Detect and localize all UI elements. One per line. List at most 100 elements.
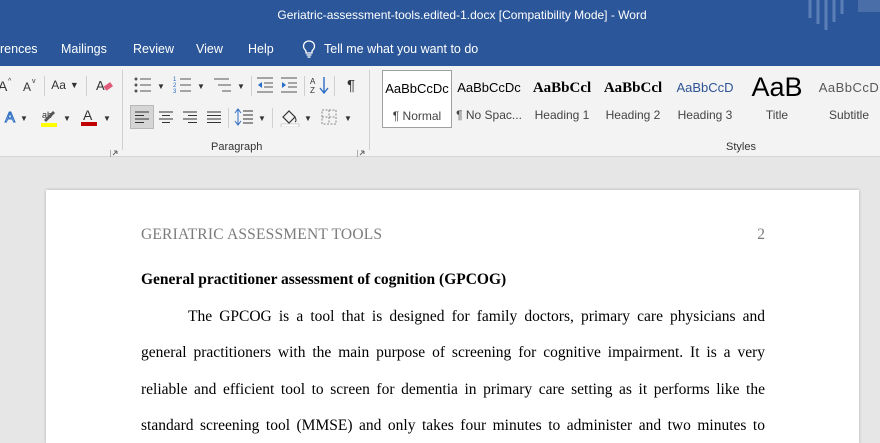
chevron-down-icon: ▼ (69, 80, 79, 90)
font-color-button[interactable]: A ▼ (78, 106, 114, 128)
style-subtitle[interactable]: AaBbCcD Subtitle (814, 70, 880, 128)
section-heading: General practitioner assessment of cogni… (141, 271, 507, 288)
pilcrow-icon: ¶ (346, 76, 356, 94)
numbering-icon: 123 ▼ (173, 77, 205, 95)
ribbon-tabs: rences Mailings Review View Help Tell me… (0, 32, 880, 66)
svg-text:A: A (83, 107, 93, 123)
borders-icon: ▼ (321, 109, 352, 125)
borders-button[interactable]: ▼ (318, 106, 354, 128)
document-page[interactable]: GERIATRIC ASSESSMENT TOOLS 2 General pra… (46, 190, 859, 443)
clear-formatting-button[interactable]: A (92, 74, 116, 96)
svg-text:▼: ▼ (197, 82, 205, 91)
style-label: ¶ No Spac... (456, 108, 522, 122)
paragraph-dialog-launcher-icon[interactable] (356, 143, 365, 159)
svg-text:A: A (96, 78, 105, 93)
tab-view[interactable]: View (196, 42, 223, 56)
grow-font-button[interactable]: A ^ (0, 74, 14, 96)
justify-icon (207, 111, 221, 123)
decrease-indent-icon (257, 77, 273, 93)
highlight-color-button[interactable]: ab ▼ (38, 106, 74, 128)
multilevel-list-button[interactable]: ▼ (210, 74, 250, 96)
font-color-icon: A ▼ (81, 107, 111, 126)
tab-mailings[interactable]: Mailings (61, 42, 107, 56)
title-bar-decoration (808, 0, 880, 30)
group-separator (369, 70, 370, 150)
style-heading-1[interactable]: AaBbCcl Heading 1 (527, 70, 597, 128)
bullets-icon: ▼ (134, 77, 165, 93)
bullets-button[interactable]: ▼ (130, 74, 170, 96)
svg-text:Z: Z (310, 86, 315, 95)
svg-text:▼: ▼ (157, 82, 165, 91)
show-hide-marks-button[interactable]: ¶ (340, 74, 362, 96)
style-sample: AaBbCcl (603, 80, 663, 96)
svg-text:^: ^ (8, 78, 12, 85)
multilevel-list-icon: ▼ (214, 78, 245, 92)
svg-text:A: A (0, 78, 8, 94)
style-heading-2[interactable]: AaBbCcl Heading 2 (598, 70, 668, 128)
title-bar: Geriatric-assessment-tools.edited-1.docx… (0, 0, 880, 32)
style-title[interactable]: AaB Title (742, 70, 812, 128)
style-heading-3[interactable]: AaBbCcD Heading 3 (670, 70, 740, 128)
body-line: The GPCOG is a tool that is designed for… (188, 308, 765, 325)
running-header: GERIATRIC ASSESSMENT TOOLS (141, 226, 383, 243)
increase-indent-icon (281, 77, 297, 93)
numbering-button[interactable]: 123 ▼ (170, 74, 210, 96)
svg-text:v: v (32, 78, 36, 85)
page-number: 2 (757, 226, 765, 243)
highlighter-icon: ab ▼ (41, 110, 71, 127)
change-case-button[interactable]: Aa ▼ (48, 74, 82, 96)
text-effects-icon: A ▼ (5, 109, 28, 127)
sort-icon: AZ (310, 77, 329, 95)
tab-help[interactable]: Help (248, 42, 274, 56)
tab-review[interactable]: Review (133, 42, 174, 56)
style-normal[interactable]: AaBbCcDc ¶ Normal (382, 70, 452, 128)
svg-text:▼: ▼ (237, 82, 245, 91)
align-left-icon (135, 111, 149, 123)
svg-text:▼: ▼ (344, 114, 352, 123)
divider (272, 108, 273, 128)
body-line: reliable and efficient tool to screen fo… (141, 381, 765, 398)
grow-font-icon: A ^ (0, 78, 12, 94)
style-no-spacing[interactable]: AaBbCcDc ¶ No Spac... (454, 70, 524, 128)
svg-text:3: 3 (173, 89, 177, 95)
style-sample: AaBbCcD (676, 80, 734, 95)
text-effects-button[interactable]: A ▼ (2, 106, 30, 128)
divider (334, 76, 335, 96)
clear-formatting-icon: A (96, 78, 113, 93)
change-case-label: Aa (51, 78, 66, 92)
style-label: Heading 3 (677, 108, 733, 122)
line-spacing-icon: ▼ (234, 108, 266, 126)
svg-text:▼: ▼ (20, 114, 28, 123)
increase-indent-button[interactable] (278, 74, 300, 96)
align-left-button[interactable] (130, 105, 154, 129)
body-line: standard screening tool (MMSE) and only … (141, 417, 765, 434)
divider (251, 76, 252, 96)
svg-text:▼: ▼ (63, 114, 71, 123)
align-center-button[interactable] (155, 106, 177, 128)
style-sample: AaB (751, 72, 803, 102)
tell-me-box[interactable]: Tell me what you want to do (302, 40, 478, 58)
decrease-indent-button[interactable] (254, 74, 276, 96)
align-right-icon (183, 111, 197, 123)
style-sample: AaBbCcD (818, 80, 880, 95)
style-label: Heading 2 (605, 108, 661, 122)
shading-button[interactable]: ▼ (278, 106, 314, 128)
divider (228, 108, 229, 128)
align-center-icon (159, 111, 173, 123)
shrink-font-button[interactable]: Av (20, 74, 40, 96)
window-title: Geriatric-assessment-tools.edited-1.docx… (277, 8, 647, 22)
tab-references[interactable]: rences (0, 42, 38, 56)
divider (44, 76, 45, 96)
body-line: general practitioners with the main purp… (141, 344, 765, 361)
style-sample: AaBbCcl (532, 80, 592, 96)
paragraph-group-label: Paragraph (211, 141, 263, 153)
svg-text:A: A (310, 77, 316, 86)
justify-button[interactable] (203, 106, 225, 128)
align-right-button[interactable] (179, 106, 201, 128)
sort-button[interactable]: AZ (308, 74, 332, 96)
shrink-font-icon: Av (23, 78, 36, 94)
font-dialog-launcher-icon[interactable] (109, 143, 118, 159)
lightbulb-icon (302, 40, 316, 58)
style-label: Heading 1 (534, 108, 590, 122)
line-spacing-button[interactable]: ▼ (232, 106, 268, 128)
